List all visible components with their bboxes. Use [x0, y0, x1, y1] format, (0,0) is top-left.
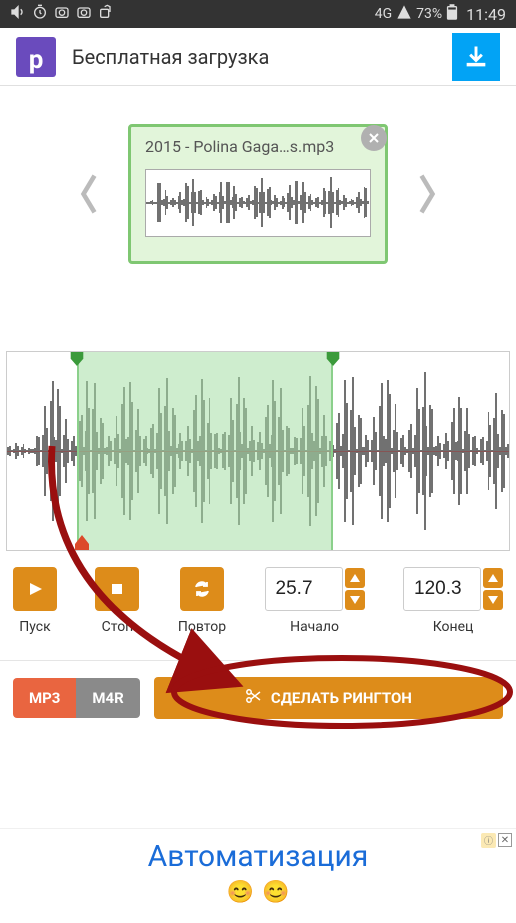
make-ringtone-button[interactable]: СДЕЛАТЬ РИНГТОН — [154, 677, 503, 719]
network-type: 4G — [375, 6, 392, 22]
playhead-handle[interactable] — [71, 532, 93, 551]
scissors-icon — [245, 688, 261, 708]
start-decrement[interactable] — [345, 590, 365, 610]
clock: 11:49 — [466, 5, 506, 24]
share-icon — [98, 4, 114, 24]
ad-banner-top[interactable]: p Бесплатная загрузка — [0, 28, 516, 86]
file-waveform-preview — [145, 169, 371, 237]
camera-icon-1 — [54, 4, 70, 24]
bottom-ad-title: Автоматизация — [148, 839, 369, 874]
file-card[interactable]: 2015 - Polina Gaga…s.mp3 — [128, 124, 388, 264]
ad-banner-bottom[interactable]: ⓘ ✕ Автоматизация 😊 😊 — [0, 828, 516, 923]
end-increment[interactable] — [483, 568, 503, 588]
play-label: Пуск — [19, 619, 50, 635]
camera-icon-2 — [76, 4, 92, 24]
signal-icon — [396, 4, 412, 24]
start-handle[interactable] — [68, 351, 86, 368]
timer-icon — [32, 4, 48, 24]
battery-text: 73% — [416, 6, 442, 22]
selection-region[interactable] — [77, 352, 333, 550]
format-m4r[interactable]: M4R — [76, 678, 139, 718]
end-label: Конец — [433, 619, 474, 635]
file-name: 2015 - Polina Gaga…s.mp3 — [145, 137, 371, 156]
prev-chevron-icon[interactable] — [74, 164, 104, 224]
ad-info-badge[interactable]: ⓘ — [481, 833, 496, 848]
volume-icon — [10, 4, 26, 24]
start-label: Начало — [290, 619, 339, 635]
waveform-editor[interactable] — [6, 351, 510, 551]
make-ringtone-label: СДЕЛАТЬ РИНГТОН — [271, 689, 412, 707]
download-icon[interactable] — [452, 33, 500, 81]
play-button[interactable] — [13, 567, 57, 611]
ad-logo-icon: p — [16, 37, 56, 77]
battery-icon — [446, 4, 458, 24]
ad-close-button[interactable]: ✕ — [498, 833, 512, 847]
stop-label: Стоп — [102, 619, 134, 635]
next-chevron-icon[interactable] — [412, 164, 442, 224]
format-toggle[interactable]: MP3 M4R — [13, 678, 140, 718]
ad-text: Бесплатная загрузка — [72, 45, 436, 69]
format-mp3[interactable]: MP3 — [13, 678, 76, 718]
repeat-label: Повтор — [178, 619, 226, 635]
stop-button[interactable] — [95, 567, 139, 611]
status-bar: 4G 73% 11:49 — [0, 0, 516, 28]
end-handle[interactable] — [324, 351, 342, 368]
start-time-input[interactable] — [265, 567, 343, 611]
close-file-button[interactable] — [361, 125, 387, 151]
repeat-button[interactable] — [180, 567, 224, 611]
end-decrement[interactable] — [483, 590, 503, 610]
end-time-input[interactable] — [403, 567, 481, 611]
start-increment[interactable] — [345, 568, 365, 588]
